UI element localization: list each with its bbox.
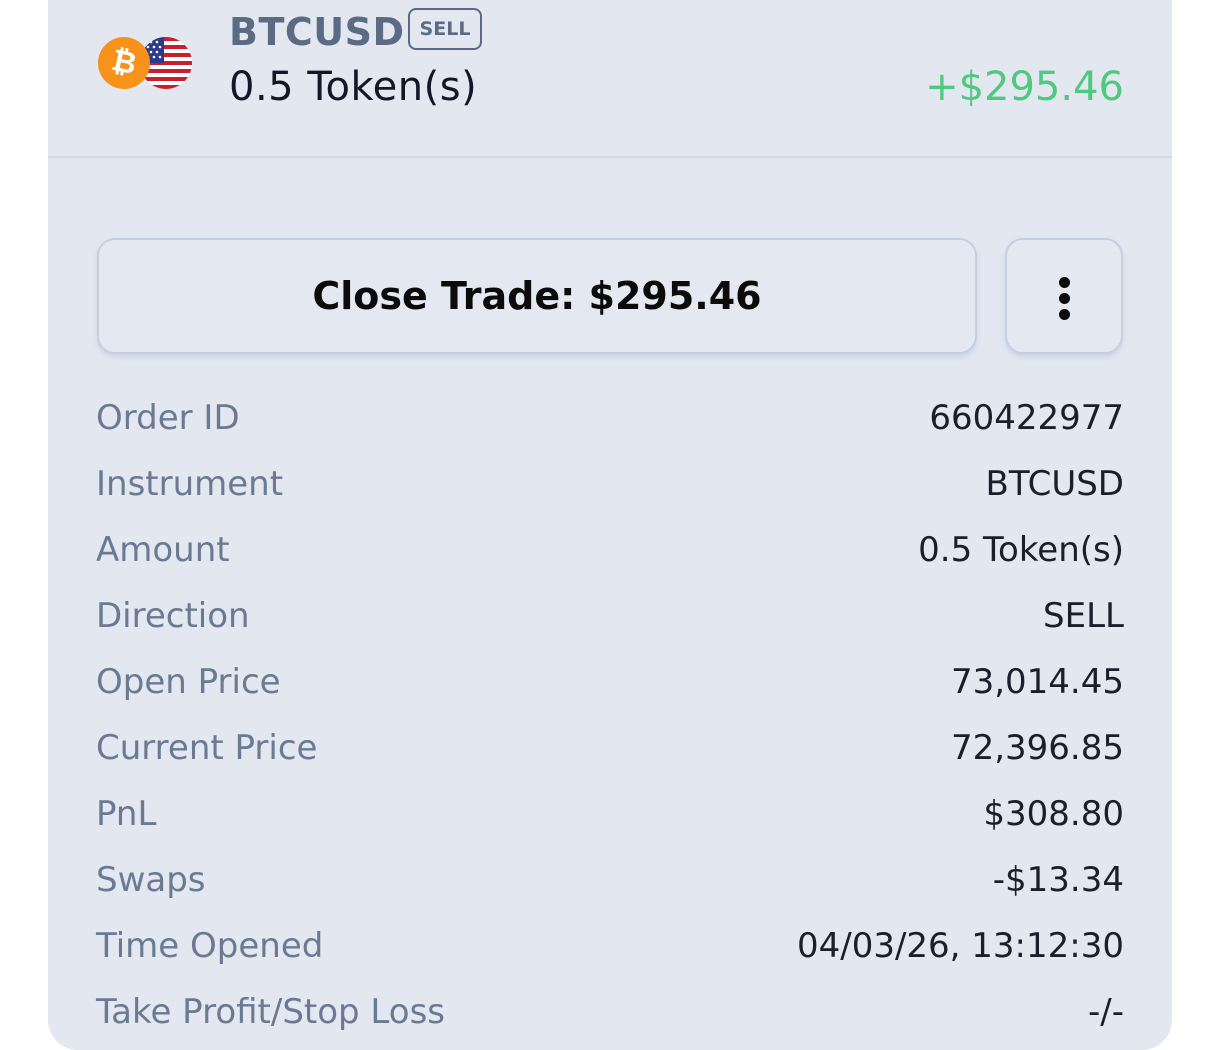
detail-row-swaps: Swaps -$13.34: [96, 860, 1124, 926]
trade-quantity: 0.5 Token(s): [229, 64, 478, 110]
detail-label: Amount: [96, 530, 230, 570]
detail-label: Instrument: [96, 464, 284, 504]
detail-row-open-price: Open Price 73,014.45: [96, 662, 1124, 728]
trade-pnl: +$295.46: [925, 64, 1124, 110]
detail-label: Order ID: [96, 398, 240, 438]
trade-details: Order ID 660422977 Instrument BTCUSD Amo…: [96, 398, 1124, 1050]
detail-value: $308.80: [983, 794, 1124, 834]
instrument-symbol: BTCUSD: [229, 10, 405, 54]
detail-value: BTCUSD: [985, 464, 1125, 504]
trade-card: ₿ BTCUSD SELL 0.5 Token(s) +$295.46 Clos…: [48, 0, 1172, 1050]
close-trade-button[interactable]: Close Trade: $295.46: [97, 238, 977, 354]
detail-value: 04/03/26, 13:12:30: [796, 926, 1124, 966]
detail-value: -$13.34: [992, 860, 1124, 900]
detail-row-order-id: Order ID 660422977: [96, 398, 1124, 464]
trade-header[interactable]: ₿ BTCUSD SELL 0.5 Token(s) +$295.46: [48, 0, 1172, 158]
detail-label: PnL: [96, 794, 157, 834]
detail-label: Open Price: [96, 662, 281, 702]
instrument-icons: ₿: [93, 32, 198, 94]
detail-value: 660422977: [929, 398, 1124, 438]
detail-row-amount: Amount 0.5 Token(s): [96, 530, 1124, 596]
detail-value: -/-: [1088, 992, 1124, 1032]
detail-label: Direction: [96, 596, 250, 636]
detail-value: 73,014.45: [950, 662, 1124, 702]
detail-label: Swaps: [96, 860, 206, 900]
bitcoin-icon: ₿: [93, 32, 155, 94]
detail-row-time-opened: Time Opened 04/03/26, 13:12:30: [96, 926, 1124, 992]
direction-badge: SELL: [408, 8, 482, 50]
detail-value: 72,396.85: [950, 728, 1124, 768]
detail-row-current-price: Current Price 72,396.85: [96, 728, 1124, 794]
detail-value: 0.5 Token(s): [918, 530, 1124, 570]
detail-label: Take Profit/Stop Loss: [96, 992, 445, 1032]
detail-value: SELL: [1043, 596, 1124, 636]
detail-row-take-profit-stop-loss: Take Profit/Stop Loss -/-: [96, 992, 1124, 1050]
more-options-button[interactable]: [1005, 238, 1123, 354]
detail-row-pnl: PnL $308.80: [96, 794, 1124, 860]
detail-label: Current Price: [96, 728, 318, 768]
detail-row-direction: Direction SELL: [96, 596, 1124, 662]
detail-row-instrument: Instrument BTCUSD: [96, 464, 1124, 530]
detail-label: Time Opened: [96, 926, 324, 966]
